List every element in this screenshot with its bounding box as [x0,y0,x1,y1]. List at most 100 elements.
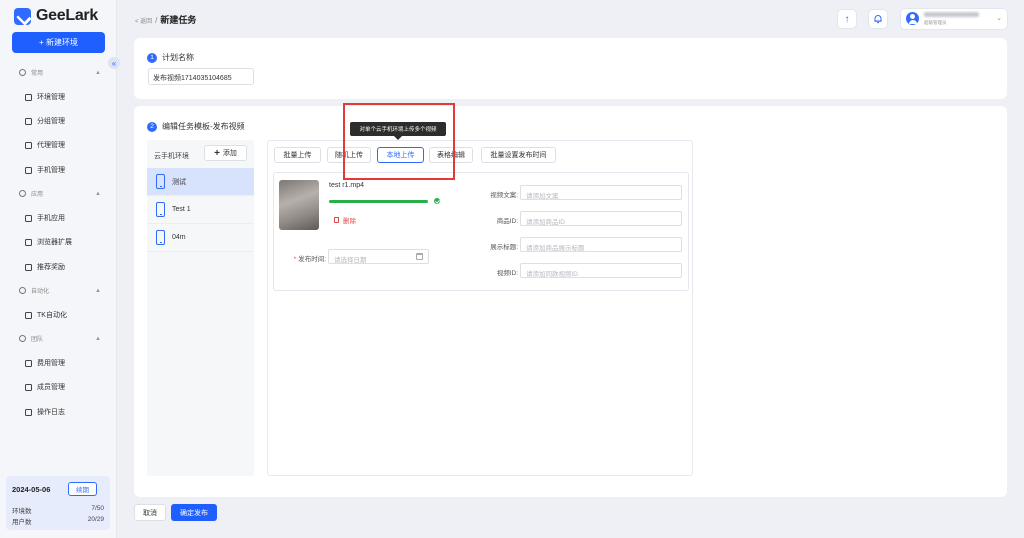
env-item-label: 04m [172,234,186,241]
sidebar-item-group-management[interactable]: 分组管理 [25,116,65,126]
video-caption-input[interactable]: 请添加文案 [520,185,682,200]
sidebar-item-label: 费用管理 [37,360,65,367]
env-item-label: Test 1 [172,206,191,213]
back-link[interactable]: < 返回 [135,16,152,25]
breadcrumb-separator: / [155,16,158,25]
nav-section-common[interactable]: 常用 ▲ [19,68,101,77]
env-count-value: 7/50 [91,505,104,512]
sidebar-item-label: 分组管理 [37,118,65,125]
env-item[interactable]: Test 1 [147,196,254,224]
user-menu[interactable]: 超级管理员 ⌄ [901,9,1007,29]
sidebar-item-label: 环境管理 [37,94,65,101]
page-title: 新建任务 [160,15,197,25]
confirm-publish-button[interactable]: 确定发布 [171,504,217,521]
publish-time-label-text: 发布时间: [298,256,326,263]
avatar-icon [906,12,919,25]
sidebar-item-label: 代理管理 [37,142,65,149]
chevron-up-icon: ▲ [95,335,101,342]
sidebar-item-referral-rewards[interactable]: 推荐奖励 [25,262,65,272]
delete-label: 删除 [343,218,356,225]
user-name-redacted [924,12,979,17]
env-item[interactable]: 04m [147,224,254,252]
display-title-input[interactable]: 请添加商品展示标题 [520,237,682,252]
logo[interactable]: GeeLark [14,7,98,25]
proxy-icon [25,141,32,149]
log-icon [25,408,32,416]
step-title-text: 编辑任务模板-发布视频 [162,122,245,131]
automation-icon [19,287,26,294]
plan-step-title: 1 计划名称 [147,52,194,63]
batch-publish-time-button[interactable]: 批量设置发布时间 [481,147,556,163]
collapse-sidebar-button[interactable]: « [108,57,120,69]
nav-section-apps[interactable]: 应用 ▲ [19,189,101,198]
user-count-row: 用户数 20/29 [12,516,104,526]
nav-section-label: 自动化 [31,289,50,295]
upload-progress-bar [329,200,428,203]
nav-section-label: 常用 [31,71,44,77]
gift-icon [25,263,32,271]
team-icon [19,335,26,342]
plan-name-input[interactable]: 发布视频1714035104685 [148,68,254,85]
renew-button[interactable]: 续期 [68,482,97,496]
template-step-title: 2 编辑任务模板-发布视频 [147,121,245,132]
add-env-button[interactable]: + 添加 [204,145,247,161]
members-icon [25,383,32,391]
batch-upload-button[interactable]: 批量上传 [274,147,321,163]
phone-icon [156,230,165,245]
sidebar-item-billing[interactable]: 费用管理 [25,358,65,368]
chevron-up-icon: ▲ [95,287,101,294]
notification-button[interactable] [869,10,887,28]
extension-icon [25,238,32,246]
sidebar-item-label: 手机管理 [37,167,65,174]
billing-icon [25,359,32,367]
video-id-label: 视频ID: [496,270,518,277]
publish-time-placeholder: 请选择日期 [334,257,367,264]
sidebar-item-browser-extensions[interactable]: 浏览器扩展 [25,237,72,247]
upload-work-panel: 批量上传 随机上传 本地上传 表格编辑 批量设置发布时间 test r1.mp4… [267,140,693,476]
bell-icon [874,15,882,24]
upload-icon: ↑ [844,13,850,25]
cloud-phone-env-panel: 云手机环境 + 添加 测试 Test 1 04m [147,140,254,476]
env-panel-header: 云手机环境 [154,153,189,160]
user-count-label: 用户数 [12,519,32,526]
nav-section-label: 团队 [31,337,44,343]
trash-icon [334,217,339,223]
sidebar-item-env-management[interactable]: 环境管理 [25,92,65,102]
chevron-up-icon: ▲ [95,190,101,197]
breadcrumb: < 返回 / 新建任务 [135,13,196,26]
cancel-button[interactable]: 取消 [134,504,166,521]
new-environment-button[interactable]: + 新建环境 [12,32,105,53]
sidebar-item-label: 浏览器扩展 [37,239,72,246]
list-icon [25,117,32,125]
step-title-text: 计划名称 [162,53,194,62]
user-role: 超级管理员 [924,20,947,25]
phone-icon [156,202,165,217]
sidebar-item-phone-management[interactable]: 手机管理 [25,165,65,175]
upload-button[interactable]: ↑ [838,10,856,28]
video-caption-label: 视频文案: [490,192,518,199]
plus-icon: + [214,147,220,159]
sidebar-item-members[interactable]: 成员管理 [25,382,65,392]
geelark-logo-icon [14,7,31,25]
nav-section-automation[interactable]: 自动化 ▲ [19,286,101,295]
sidebar-item-proxy-management[interactable]: 代理管理 [25,140,65,150]
quota-card: 2024-05-06 续期 环境数 7/50 用户数 20/29 [6,476,110,530]
delete-video-button[interactable]: 删除 [334,215,356,225]
add-env-label: 添加 [222,150,237,157]
expiry-date: 2024-05-06 [12,485,51,494]
publish-time-picker[interactable]: 请选择日期 [328,249,429,264]
nav-section-team[interactable]: 团队 ▲ [19,334,101,343]
sidebar: GeeLark + 新建环境 常用 ▲ 环境管理 分组管理 代理管理 手机管理 … [0,0,117,538]
env-item-label: 测试 [172,178,186,186]
sidebar-item-phone-apps[interactable]: 手机应用 [25,213,65,223]
sidebar-item-label: 操作日志 [37,409,65,416]
env-count-label: 环境数 [12,508,32,515]
sidebar-item-tk-automation[interactable]: TK自动化 [25,310,67,320]
sidebar-item-operation-log[interactable]: 操作日志 [25,407,65,417]
apps-icon [19,190,26,197]
sidebar-item-label: TK自动化 [37,312,67,319]
product-id-input[interactable]: 请添加商品ID [520,211,682,226]
env-item[interactable]: 测试 [147,168,254,196]
video-file-name: test r1.mp4 [329,182,365,189]
video-id-input[interactable]: 请添加同款视频ID [520,263,682,278]
